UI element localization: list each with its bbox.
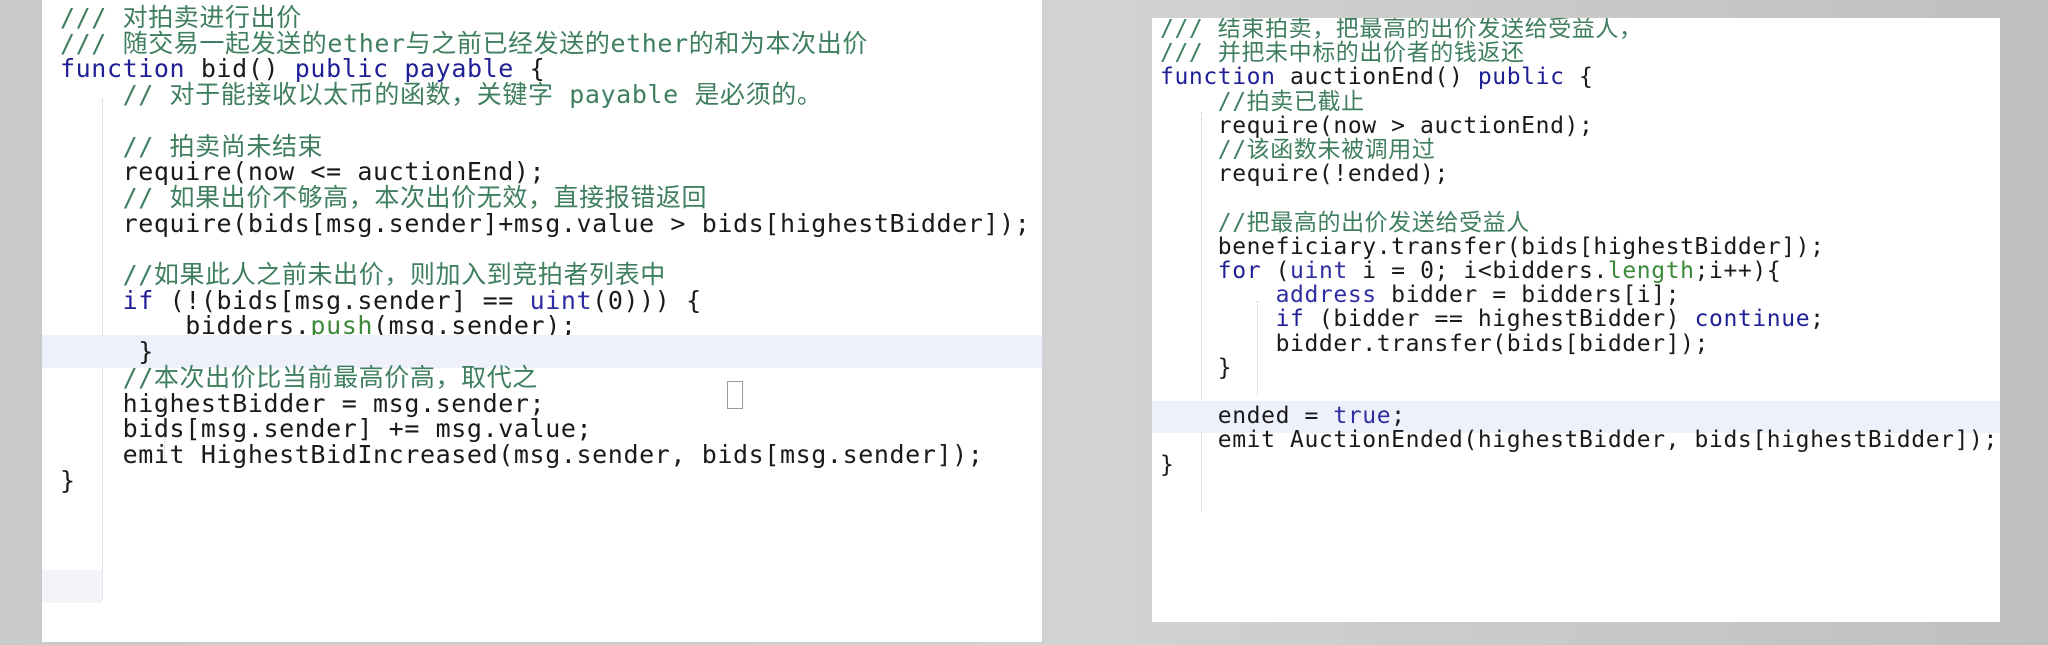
code-line: } [1152, 450, 2000, 482]
code-token-plain: } [1160, 451, 1175, 478]
code-line: } [42, 464, 1042, 497]
code-panel-bid: /// 对拍卖进行出价/// 随交易一起发送的ether与之前已经发送的ethe… [42, 0, 1042, 642]
line-gutter-shade [42, 570, 102, 603]
bracket-match-marker [727, 381, 743, 409]
code-token-plain: } [60, 465, 76, 495]
code-panel-auction-end: /// 结束拍卖，把最高的出价发送给受益人，/// 并把未中标的出价者的钱返还 f… [1152, 18, 2000, 622]
